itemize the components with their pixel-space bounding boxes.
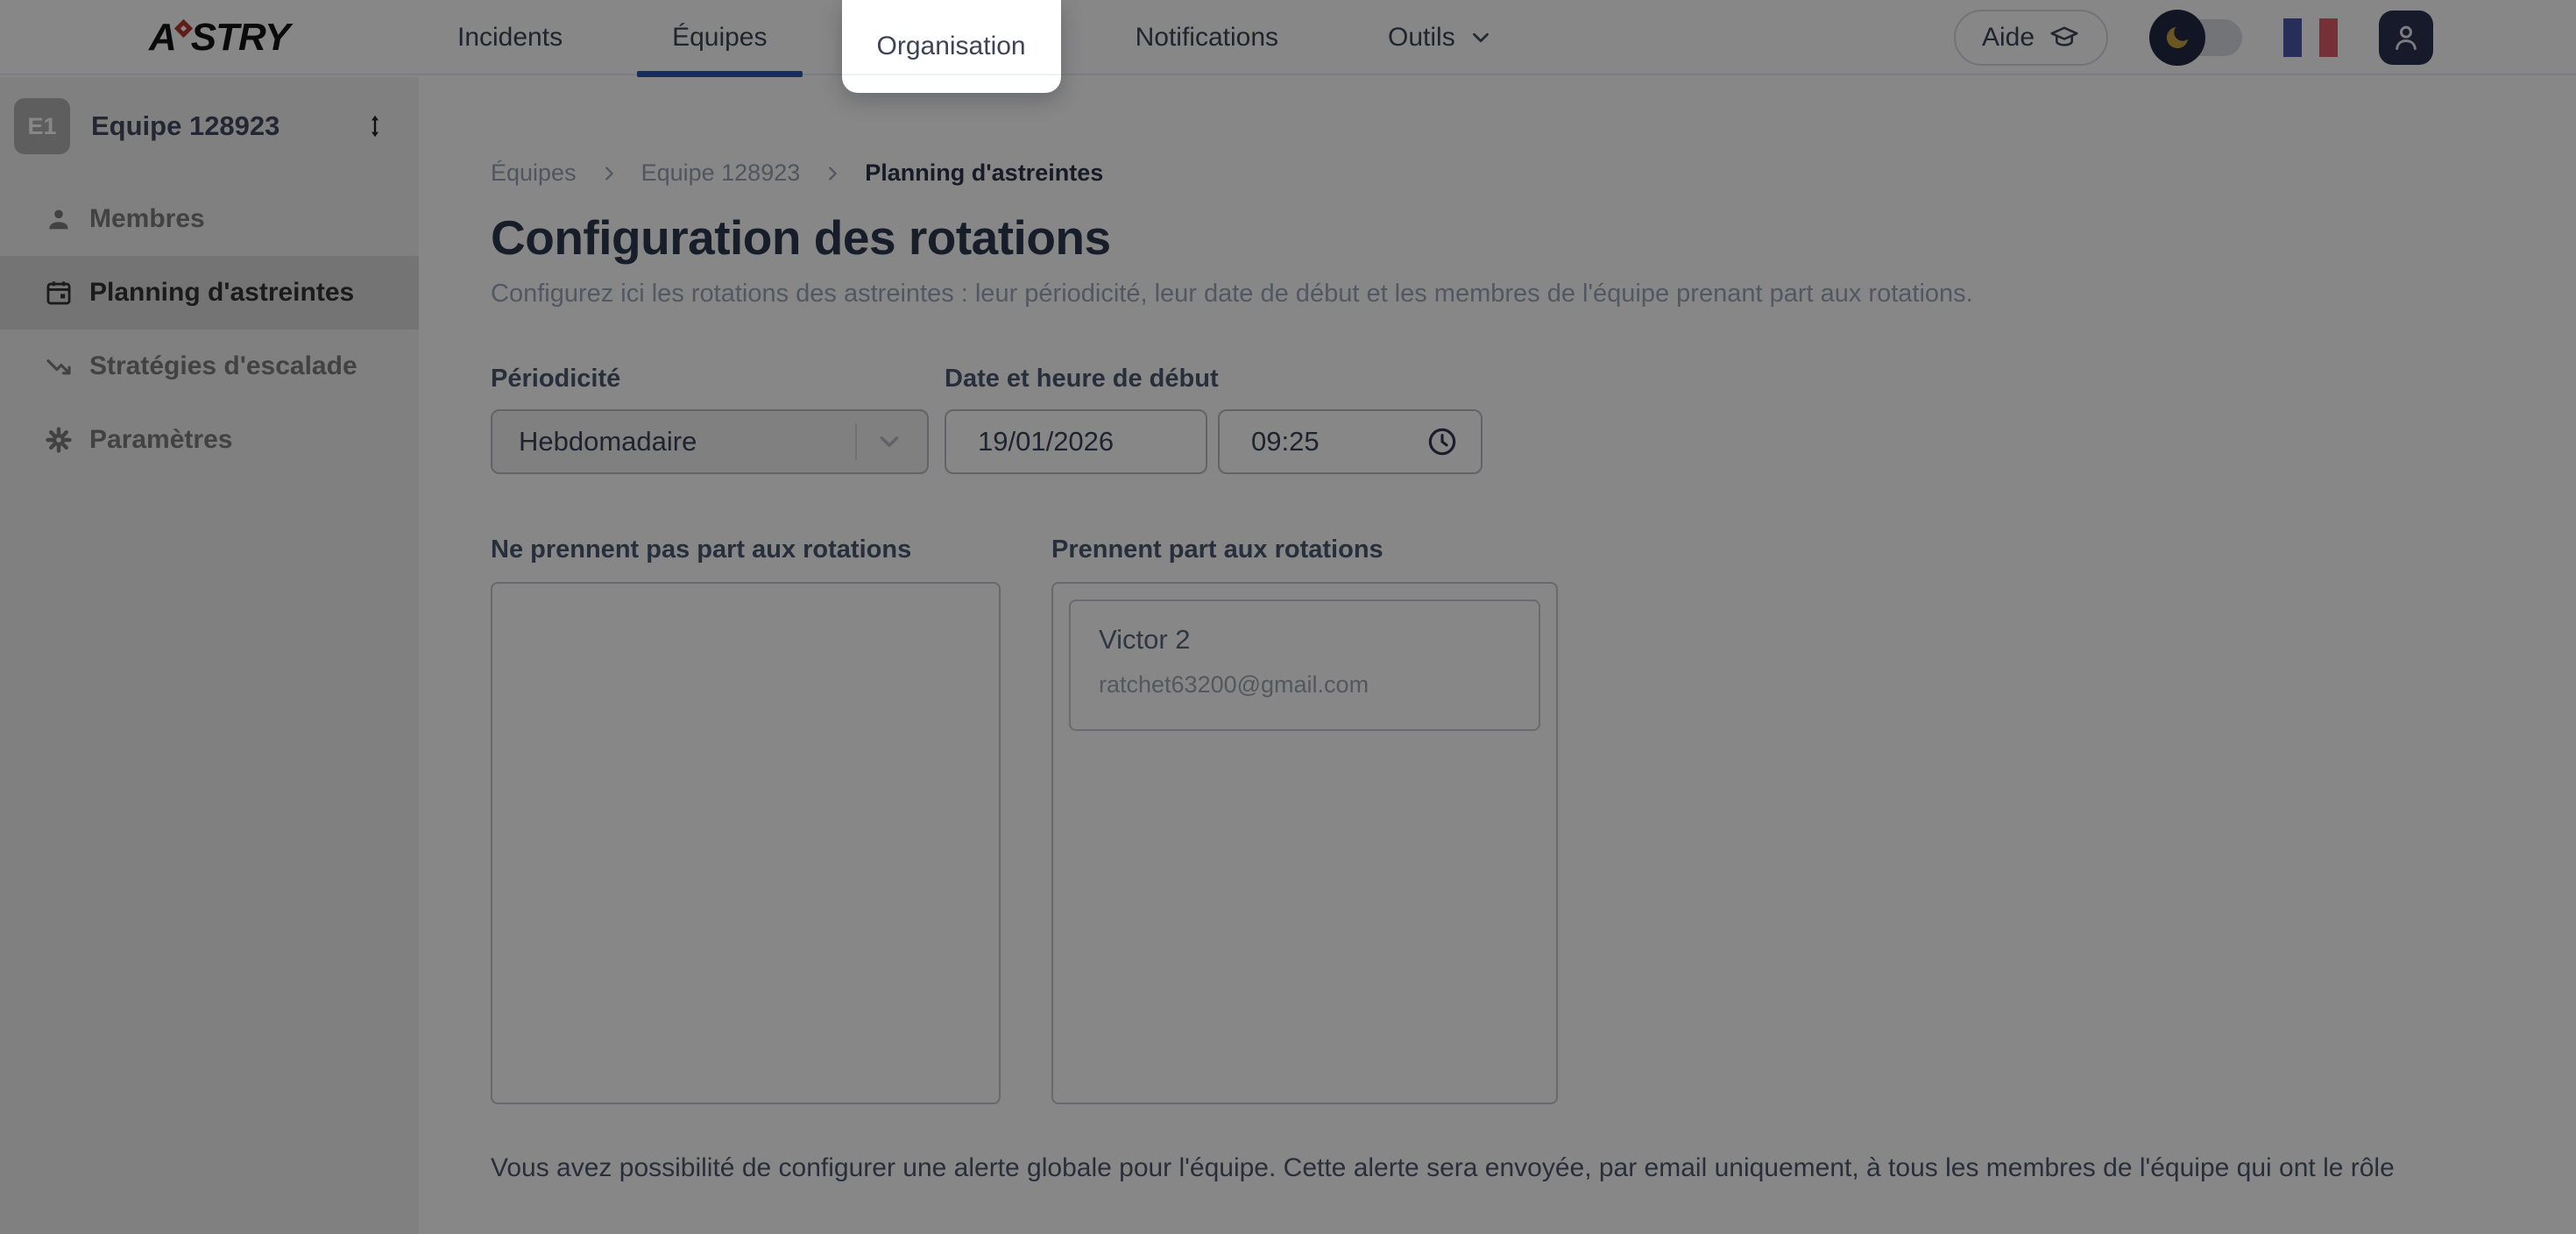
nav-item-label: Organisation xyxy=(877,32,1026,61)
tutorial-overlay[interactable] xyxy=(0,0,2576,1234)
nav-item-organisation[interactable]: Organisation xyxy=(842,0,1061,93)
